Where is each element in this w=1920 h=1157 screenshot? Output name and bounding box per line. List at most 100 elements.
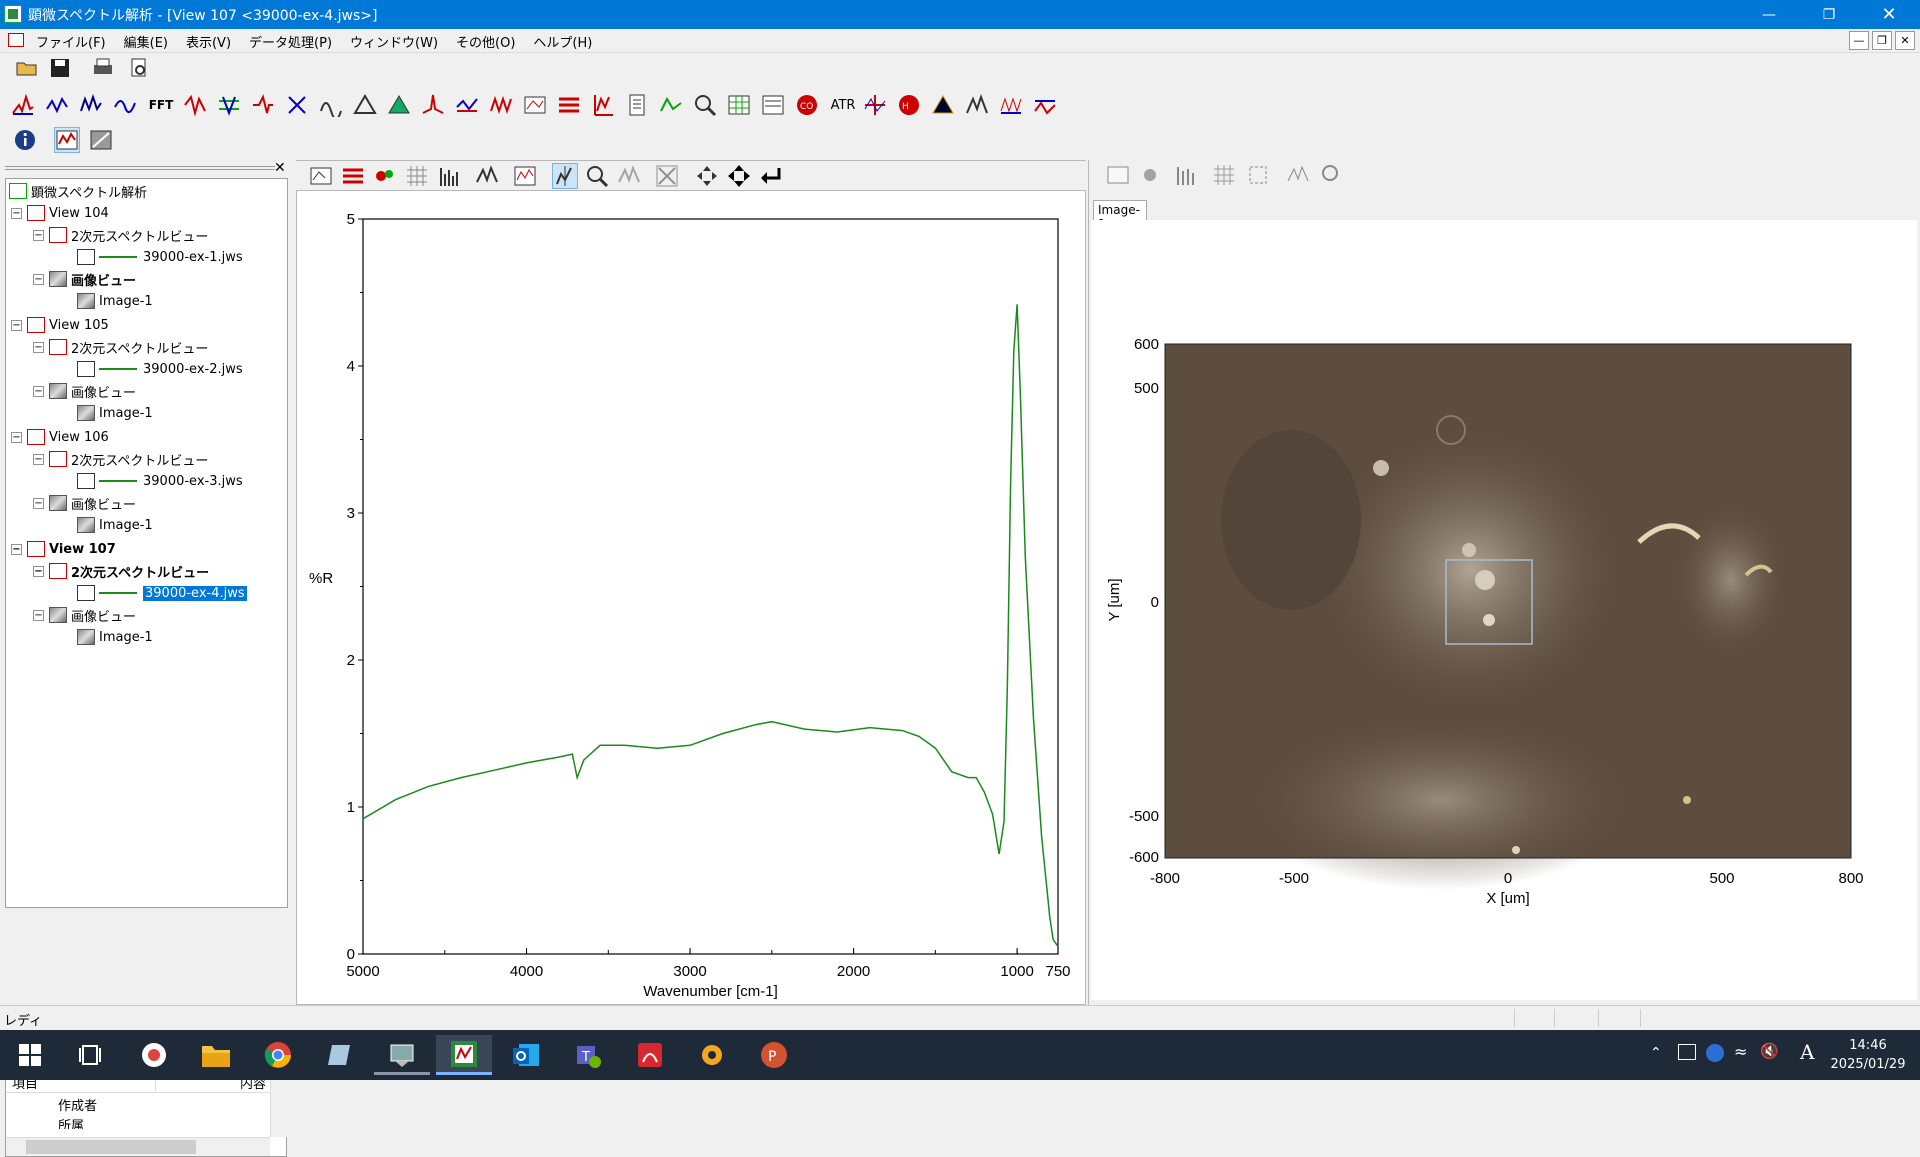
tree-image[interactable]: Image-1 (77, 515, 153, 535)
spectrum-tool-14-icon[interactable] (454, 92, 480, 118)
spectrum-tool-4-icon[interactable] (112, 92, 138, 118)
spectrum-tool-2-icon[interactable] (44, 92, 70, 118)
atr-button[interactable]: ATR (826, 92, 860, 118)
pane-gripper[interactable] (5, 166, 275, 170)
chart-return-icon[interactable] (758, 163, 784, 189)
chart-disabled-icon[interactable] (616, 163, 642, 189)
close-button[interactable]: ✕ (1866, 0, 1912, 29)
table-icon[interactable] (726, 92, 752, 118)
chart-fit-icon[interactable] (654, 163, 680, 189)
spectrum-tool-17-icon[interactable] (556, 92, 582, 118)
co2-correction-icon[interactable]: CO (794, 92, 820, 118)
horizontal-scrollbar[interactable] (6, 1137, 270, 1156)
tree-root[interactable]: 顕微スペクトル解析 (9, 181, 147, 201)
file-explorer-icon[interactable] (188, 1035, 244, 1075)
menu-help[interactable]: ヘルプ(H) (533, 32, 592, 51)
task-view-icon[interactable] (62, 1035, 118, 1075)
collapse-icon[interactable]: − (33, 229, 44, 241)
spectrum-tool-18-icon[interactable] (590, 92, 616, 118)
chart-color-icon[interactable] (372, 163, 398, 189)
document-icon[interactable] (8, 33, 24, 47)
mdi-close-button[interactable]: ✕ (1895, 31, 1915, 50)
collapse-icon[interactable]: − (11, 543, 22, 555)
tree-spectrum-file-selected[interactable]: 39000-ex-4.jws (77, 583, 247, 603)
image-color-icon[interactable] (1139, 162, 1165, 188)
spectrum-chart[interactable]: 0 1 2 3 4 5 5000 4000 3000 2000 1000 750 %R Wavenum… (297, 191, 1085, 1004)
collapse-icon[interactable]: − (11, 431, 22, 443)
image-bars-icon[interactable] (1173, 162, 1199, 188)
wifi-icon[interactable]: ≈ (1734, 1042, 1747, 1061)
tree-spectrum-file[interactable]: 39000-ex-1.jws (77, 247, 243, 267)
spectrum-tool-20-icon[interactable] (658, 92, 684, 118)
spectrum-tool-23-icon[interactable] (760, 92, 786, 118)
chart-overlay-icon[interactable] (340, 163, 366, 189)
menu-data-processing[interactable]: データ処理(P) (249, 32, 332, 51)
tree-spectrum-file[interactable]: 39000-ex-3.jws (77, 471, 243, 491)
spectrum-tool-7-icon[interactable] (216, 92, 242, 118)
peak-tool-icon[interactable] (352, 92, 378, 118)
spectrum-tool-10-icon[interactable] (318, 92, 344, 118)
collapse-icon[interactable]: − (33, 273, 44, 285)
tab-image-1[interactable]: Image-1 (1093, 200, 1147, 231)
restore-button[interactable]: ❐ (1806, 0, 1852, 29)
tree-view-106[interactable]: − View 106 (11, 427, 109, 447)
collapse-icon[interactable]: − (33, 609, 44, 621)
image-grid-icon[interactable] (1211, 162, 1237, 188)
powerpoint-icon[interactable]: P (746, 1035, 802, 1075)
spectrum-tool-1-icon[interactable] (10, 92, 36, 118)
spectrum-search-icon[interactable] (692, 92, 718, 118)
collapse-icon[interactable]: − (33, 497, 44, 509)
spectrum-tool-9-icon[interactable] (284, 92, 310, 118)
network-app-icon[interactable] (374, 1035, 430, 1075)
tree-image[interactable]: Image-1 (77, 291, 153, 311)
tree-spectrum-view[interactable]: − 2次元スペクトルビュー (33, 337, 208, 357)
clock[interactable]: 14:46 2025/01/29 (1826, 1036, 1910, 1074)
print-preview-icon[interactable] (126, 55, 152, 81)
tree-image-view[interactable]: − 画像ビュー (33, 269, 136, 289)
menu-other[interactable]: その他(O) (456, 32, 515, 51)
ime-indicator[interactable]: A (1800, 1040, 1814, 1064)
tree-view-105[interactable]: − View 105 (11, 315, 109, 335)
chart-pan-icon[interactable] (726, 163, 752, 189)
chart-cursor-icon[interactable] (552, 163, 578, 189)
notes-app-icon[interactable] (312, 1035, 368, 1075)
volume-muted-icon[interactable]: 🔇 (1760, 1042, 1779, 1060)
outlook-icon[interactable] (498, 1035, 554, 1075)
image-view-toggle-icon[interactable] (88, 127, 114, 153)
h2o-correction-icon[interactable]: H (896, 92, 922, 118)
minimize-button[interactable]: — (1746, 0, 1792, 29)
spectrum-tool-16-icon[interactable] (522, 92, 548, 118)
app-icon[interactable] (4, 5, 22, 23)
spectrum-tool-30-icon[interactable] (998, 92, 1024, 118)
camera-app-icon[interactable] (126, 1035, 182, 1075)
tree-image[interactable]: Image-1 (77, 627, 153, 647)
tray-sync-icon[interactable] (1706, 1044, 1724, 1062)
fft-button[interactable]: FFT (146, 92, 176, 118)
chart-zoom-icon[interactable] (584, 163, 610, 189)
tray-chevron-icon[interactable]: ⌃ (1650, 1045, 1662, 1061)
chart-grid-icon[interactable] (404, 163, 430, 189)
start-icon[interactable] (2, 1035, 58, 1075)
spectrum-tool-28-icon[interactable] (930, 92, 956, 118)
tray-app-icon[interactable] (1678, 1044, 1696, 1060)
tree-image-view[interactable]: − 画像ビュー (33, 381, 136, 401)
chrome-icon[interactable] (250, 1035, 306, 1075)
spectrum-tool-31-icon[interactable] (1032, 92, 1058, 118)
chart-move-icon[interactable] (694, 163, 720, 189)
save-icon[interactable] (47, 55, 73, 81)
image-zoom-icon[interactable] (1319, 162, 1345, 188)
collapse-icon[interactable]: − (33, 565, 44, 577)
spectrum-app-icon[interactable] (436, 1035, 492, 1075)
spectrum-tool-13-icon[interactable] (420, 92, 446, 118)
image-frame-icon[interactable] (1105, 162, 1131, 188)
collapse-icon[interactable]: − (33, 453, 44, 465)
chart-peak-icon[interactable] (474, 163, 500, 189)
collapse-icon[interactable]: − (33, 385, 44, 397)
spectrum-tool-3-icon[interactable] (78, 92, 104, 118)
image-peak-icon[interactable] (1285, 162, 1311, 188)
vertical-scrollbar[interactable] (270, 1073, 287, 1137)
spectrum-tool-8-icon[interactable] (250, 92, 276, 118)
chart-bars-icon[interactable] (436, 163, 462, 189)
settings-app-icon[interactable] (684, 1035, 740, 1075)
menu-edit[interactable]: 編集(E) (124, 32, 168, 51)
